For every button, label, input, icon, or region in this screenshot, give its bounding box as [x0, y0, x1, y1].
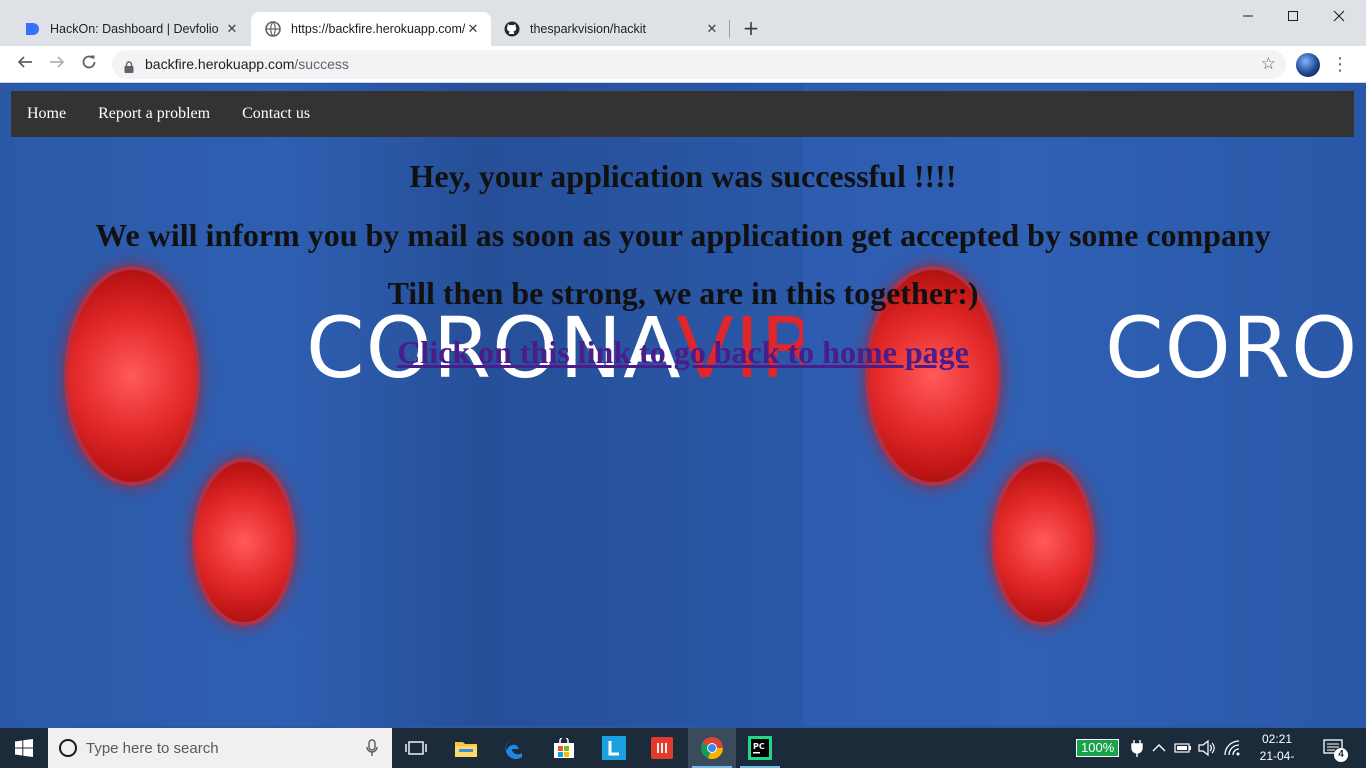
- close-icon[interactable]: ✕: [224, 21, 240, 37]
- tab-devfolio[interactable]: HackOn: Dashboard | Devfolio ✕: [10, 12, 250, 46]
- windows-start-icon[interactable]: [0, 728, 48, 768]
- taskbar-search-placeholder: Type here to search: [86, 739, 219, 757]
- new-tab-button[interactable]: +: [738, 16, 764, 42]
- clock-time: 02:21: [1261, 732, 1293, 746]
- menu-dots-icon[interactable]: ⋮: [1330, 51, 1350, 79]
- battery-percentage: 100%: [1076, 739, 1120, 757]
- home-page-link[interactable]: Click on this link to go back to home pa…: [0, 334, 1366, 371]
- back-arrow-icon[interactable]: [11, 51, 39, 79]
- virus-illustration: [988, 455, 1098, 629]
- task-view-icon[interactable]: [392, 728, 440, 768]
- red-app-icon[interactable]: [638, 728, 686, 768]
- profile-avatar[interactable]: [1296, 53, 1320, 77]
- forward-arrow-icon[interactable]: [43, 51, 71, 79]
- encouragement-text: Till then be strong, we are in this toge…: [387, 275, 979, 311]
- notification-count-badge: 4: [1334, 748, 1348, 762]
- address-path: /success: [294, 56, 349, 72]
- file-explorer-icon[interactable]: [442, 728, 490, 768]
- microphone-icon[interactable]: [366, 739, 378, 761]
- globe-icon: [265, 21, 281, 37]
- address-host: backfire.herokuapp.com: [145, 56, 295, 72]
- battery-indicator[interactable]: 100%: [1076, 728, 1120, 768]
- windows-taskbar: Type here to search PC 100% 02:21 21-04-…: [0, 728, 1366, 768]
- maximize-icon[interactable]: [1270, 4, 1316, 32]
- clock-date: 21-04-2020: [1259, 749, 1295, 768]
- search-circle-icon: [58, 738, 78, 758]
- nav-home-link[interactable]: Home: [11, 91, 82, 137]
- taskbar-search-box[interactable]: Type here to search: [48, 728, 392, 768]
- charging-plug-icon[interactable]: [1130, 728, 1144, 768]
- reload-icon[interactable]: [75, 51, 103, 79]
- tab-backfire[interactable]: https://backfire.herokuapp.com/s ✕: [251, 12, 491, 46]
- tab-title: HackOn: Dashboard | Devfolio: [50, 22, 219, 36]
- github-icon: [504, 21, 520, 37]
- lock-icon: [124, 58, 134, 77]
- nav-contact-link[interactable]: Contact us: [226, 91, 326, 137]
- tab-github[interactable]: thesparkvision/hackit ✕: [490, 12, 730, 46]
- tab-separator: [729, 20, 730, 38]
- chevron-up-icon[interactable]: [1152, 728, 1166, 768]
- site-navbar: Home Report a problem Contact us: [11, 91, 1354, 137]
- address-bar[interactable]: backfire.herokuapp.com/success ☆: [112, 50, 1286, 79]
- devfolio-icon: [24, 21, 40, 37]
- store-icon[interactable]: [540, 728, 588, 768]
- page-viewport: CORONAVIRUS CORONA Home Report a problem…: [0, 84, 1366, 726]
- volume-icon[interactable]: [1198, 728, 1216, 768]
- success-heading: Hey, your application was successful !!!…: [409, 158, 957, 194]
- window-close-icon[interactable]: [1316, 4, 1362, 32]
- browser-toolbar: backfire.herokuapp.com/success ☆ ⋮: [0, 46, 1366, 83]
- tab-title: thesparkvision/hackit: [530, 22, 647, 36]
- tab-title: https://backfire.herokuapp.com/s: [291, 22, 465, 36]
- browser-tab-strip: HackOn: Dashboard | Devfolio ✕ https://b…: [0, 0, 1366, 46]
- minimize-icon[interactable]: [1225, 4, 1271, 32]
- pycharm-icon[interactable]: PC: [736, 728, 784, 768]
- close-icon[interactable]: ✕: [465, 21, 481, 37]
- close-icon[interactable]: ✕: [704, 21, 720, 37]
- wifi-icon[interactable]: [1224, 728, 1240, 768]
- battery-icon[interactable]: [1174, 728, 1192, 768]
- notification-center-icon[interactable]: 4: [1322, 728, 1348, 768]
- chrome-icon[interactable]: [688, 728, 736, 768]
- mail-info-text: We will inform you by mail as soon as yo…: [95, 217, 1271, 253]
- l-app-icon[interactable]: [590, 728, 638, 768]
- edge-icon[interactable]: [492, 728, 540, 768]
- bookmark-star-icon[interactable]: ☆: [1261, 54, 1276, 74]
- virus-illustration: [189, 455, 299, 629]
- svg-text:PC: PC: [753, 742, 765, 751]
- address-url: backfire.herokuapp.com/success: [145, 56, 349, 72]
- clock[interactable]: 02:21 21-04-2020: [1248, 731, 1306, 768]
- nav-report-problem-link[interactable]: Report a problem: [82, 91, 226, 137]
